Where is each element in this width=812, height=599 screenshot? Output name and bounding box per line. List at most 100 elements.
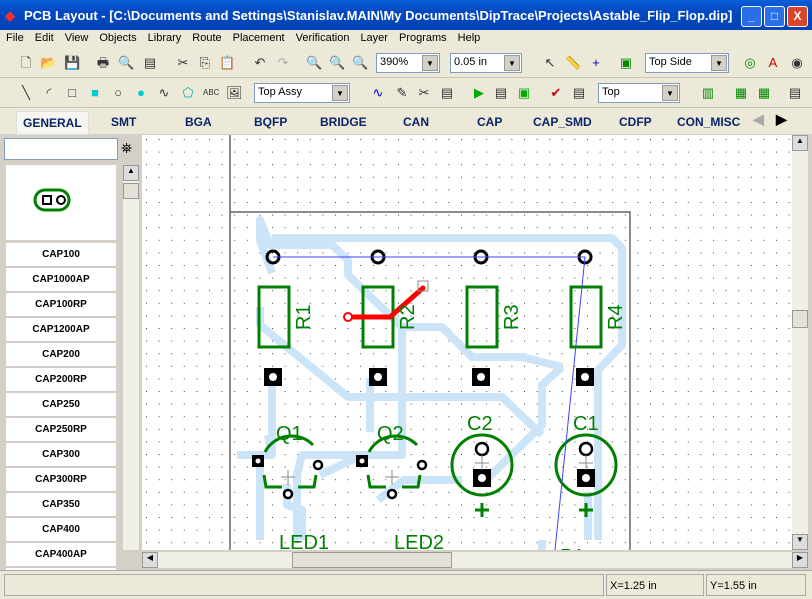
- chevron-down-icon[interactable]: ▼: [504, 55, 520, 71]
- list-item[interactable]: CAP250RP: [6, 418, 116, 442]
- chevron-down-icon[interactable]: ▼: [711, 55, 727, 71]
- route-manual-icon[interactable]: ∿: [370, 85, 386, 101]
- run-autorouter-icon[interactable]: ▶: [471, 85, 487, 101]
- h-scroll-thumb[interactable]: [292, 552, 452, 568]
- pad-icon[interactable]: ◎: [742, 55, 758, 71]
- redo-icon[interactable]: ↷: [275, 55, 291, 71]
- scroll-up-icon[interactable]: ▲: [792, 135, 808, 151]
- rectangle-icon[interactable]: □: [64, 85, 80, 101]
- list-item[interactable]: CAP300: [6, 443, 116, 467]
- list-item[interactable]: CAP250: [6, 393, 116, 417]
- arc-icon[interactable]: ◜: [41, 85, 57, 101]
- list-item[interactable]: CAP100: [6, 243, 116, 267]
- tab-con-misc[interactable]: CON_MISC: [677, 115, 740, 129]
- zoom-in-icon[interactable]: 🔍: [306, 55, 322, 71]
- list-scrollbar[interactable]: ▲: [123, 165, 139, 550]
- binoculars-icon[interactable]: ⛯: [121, 140, 132, 157]
- menu-library[interactable]: Library: [142, 30, 187, 44]
- open-folder-icon[interactable]: 📂: [40, 55, 56, 71]
- filled-rectangle-icon[interactable]: ■: [87, 85, 103, 101]
- drc-icon[interactable]: ✔: [548, 85, 564, 101]
- side-combo[interactable]: Top Side ▼: [645, 53, 729, 73]
- tab-cap[interactable]: CAP: [477, 115, 502, 129]
- unroute-icon[interactable]: ✂: [416, 85, 432, 101]
- menu-placement[interactable]: Placement: [227, 30, 290, 44]
- component-arrange-icon[interactable]: ▦: [733, 85, 749, 101]
- polygon-icon[interactable]: ⬠: [180, 85, 196, 101]
- menu-file[interactable]: File: [0, 30, 29, 44]
- menu-help[interactable]: Help: [452, 30, 486, 44]
- menu-objects[interactable]: Objects: [93, 30, 141, 44]
- cut-icon[interactable]: ✂: [175, 55, 191, 71]
- pcb-canvas[interactable]: R1 R2 R3 R4 Q1 Q2 C2 C1 LED1 LED2 P1: [142, 135, 792, 550]
- router-setup-icon[interactable]: ▣: [516, 85, 532, 101]
- tab-bga[interactable]: BGA: [185, 115, 212, 129]
- save-icon[interactable]: 💾: [64, 55, 80, 71]
- route-tools-icon[interactable]: ✎: [394, 85, 410, 101]
- print-preview-icon[interactable]: 🔍: [118, 55, 134, 71]
- ellipse-icon[interactable]: ○: [110, 85, 126, 101]
- scroll-up-icon[interactable]: ▲: [123, 165, 139, 181]
- component-place-icon[interactable]: ▦: [756, 85, 772, 101]
- paste-icon[interactable]: 📋: [219, 55, 235, 71]
- zoom-combo[interactable]: 390% ▼: [376, 53, 440, 73]
- library-search-input[interactable]: [4, 138, 118, 160]
- list-item[interactable]: CAP400AP: [6, 543, 116, 567]
- print-icon[interactable]: 🖶: [95, 55, 111, 71]
- menu-edit[interactable]: Edit: [29, 30, 59, 44]
- tab-scroll-left-icon[interactable]: ◀: [753, 111, 764, 128]
- tab-cap-smd[interactable]: CAP_SMD: [533, 115, 592, 129]
- tab-bridge[interactable]: BRIDGE: [320, 115, 367, 129]
- minimize-button[interactable]: _: [741, 6, 762, 27]
- scroll-down-icon[interactable]: ▼: [792, 534, 808, 550]
- route-selected-icon[interactable]: ▤: [493, 85, 509, 101]
- menu-view[interactable]: View: [59, 30, 94, 44]
- list-item[interactable]: CAP200: [6, 343, 116, 367]
- text-icon[interactable]: ABC: [203, 85, 219, 101]
- filled-ellipse-icon[interactable]: ●: [133, 85, 149, 101]
- maximize-button[interactable]: □: [764, 6, 785, 27]
- chevron-down-icon[interactable]: ▼: [662, 85, 678, 101]
- properties-icon[interactable]: ▤: [787, 85, 803, 101]
- tab-general[interactable]: GENERAL: [16, 111, 89, 135]
- image-icon[interactable]: 🖼: [226, 85, 243, 101]
- v-scroll-thumb[interactable]: [792, 310, 808, 328]
- pointer-icon[interactable]: ↖: [542, 55, 558, 71]
- list-item[interactable]: CAP400: [6, 518, 116, 542]
- scroll-thumb[interactable]: [123, 183, 139, 199]
- crosshair-icon[interactable]: +: [588, 55, 604, 71]
- report-icon[interactable]: ▤: [142, 55, 158, 71]
- tab-smt[interactable]: SMT: [111, 115, 136, 129]
- layer-stack-icon[interactable]: ▥: [700, 85, 716, 101]
- drc-settings-icon[interactable]: ▤: [571, 85, 587, 101]
- board-svg[interactable]: R1 R2 R3 R4 Q1 Q2 C2 C1 LED1 LED2 P1: [142, 135, 792, 550]
- zoom-fit-icon[interactable]: 🔍: [352, 55, 368, 71]
- via-icon[interactable]: ◉: [789, 55, 805, 71]
- font-icon[interactable]: A: [765, 55, 781, 71]
- list-item[interactable]: CAP200RP: [6, 368, 116, 392]
- grid-combo[interactable]: 0.05 in ▼: [450, 53, 522, 73]
- line-icon[interactable]: ╲: [18, 85, 34, 101]
- measure-icon[interactable]: 📏: [565, 55, 581, 71]
- list-item[interactable]: CAP1200AP: [6, 318, 116, 342]
- copy-icon[interactable]: ⎘: [197, 55, 213, 71]
- polyline-icon[interactable]: ∿: [156, 85, 172, 101]
- route-settings-icon[interactable]: ▤: [439, 85, 455, 101]
- list-item[interactable]: CAP100RP: [6, 293, 116, 317]
- list-item[interactable]: CAP1000AP: [6, 268, 116, 292]
- menu-route[interactable]: Route: [186, 30, 226, 44]
- menu-verification[interactable]: Verification: [290, 30, 355, 44]
- tab-cdfp[interactable]: CDFP: [619, 115, 652, 129]
- list-item[interactable]: CAP300RP: [6, 468, 116, 492]
- chevron-down-icon[interactable]: ▼: [332, 85, 348, 101]
- new-file-icon[interactable]: 🗋: [18, 55, 34, 71]
- scroll-left-icon[interactable]: ◀: [142, 552, 158, 568]
- tab-scroll-right-icon[interactable]: ▶: [776, 111, 787, 128]
- horizontal-scrollbar[interactable]: ◀ ▶: [142, 552, 808, 568]
- tab-bqfp[interactable]: BQFP: [254, 115, 287, 129]
- zoom-out-icon[interactable]: 🔍: [329, 55, 345, 71]
- route-layer-combo[interactable]: Top ▼: [598, 83, 680, 103]
- close-button[interactable]: X: [787, 6, 808, 27]
- scroll-right-icon[interactable]: ▶: [792, 552, 808, 568]
- tab-can[interactable]: CAN: [403, 115, 429, 129]
